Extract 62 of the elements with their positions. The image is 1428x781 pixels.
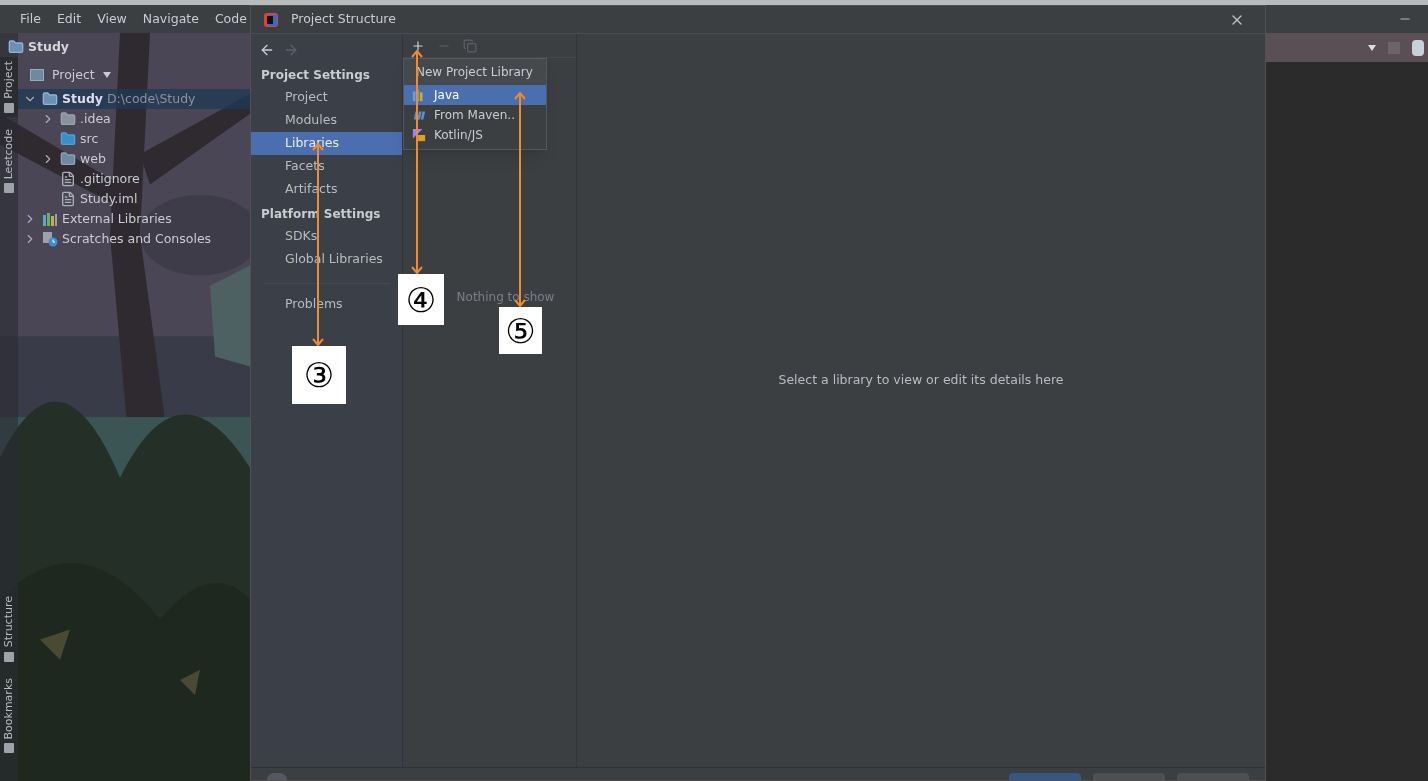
side-tab[interactable]: Bookmarks	[0, 673, 18, 757]
tab-glyph-icon	[4, 182, 14, 193]
side-tab[interactable]: Project	[0, 57, 18, 117]
dropdown-caret-icon	[102, 72, 111, 78]
scratch-clock-icon	[42, 231, 58, 247]
menu-item[interactable]: Navigate	[138, 9, 203, 29]
tree-item[interactable]: External Libraries	[18, 209, 250, 229]
menu-item[interactable]: View	[93, 9, 131, 29]
tab-glyph-icon	[4, 651, 14, 662]
project-folder-icon	[8, 39, 24, 55]
module-folder-icon	[42, 91, 58, 107]
library-bars-icon	[42, 211, 58, 227]
step-number-label: ④	[398, 274, 444, 325]
file-icon	[60, 171, 76, 187]
step-number-label: ⑤	[499, 307, 542, 354]
library-bars-icon	[412, 88, 426, 102]
tab-glyph-icon	[4, 102, 14, 113]
tree-item[interactable]: web	[18, 149, 250, 169]
nav-item[interactable]: Libraries	[251, 132, 402, 155]
back-arrow-icon[interactable]	[259, 42, 275, 58]
tree-item-label: .gitignore	[80, 169, 140, 188]
side-tab[interactable]: Structure	[0, 592, 18, 666]
tree-item-label: Scratches and Consoles	[62, 229, 212, 248]
tree-item-label: Study.iml	[80, 189, 138, 208]
project-title: Study	[28, 37, 69, 56]
tree-item-label: src	[80, 129, 99, 148]
tree-item[interactable]: Scratches and Consoles	[18, 229, 250, 249]
popup-item[interactable]: From Maven..	[404, 105, 546, 125]
tree-item[interactable]: .idea	[18, 109, 250, 129]
source-folder-icon	[60, 131, 76, 147]
popup-item[interactable]: Kotlin/JS	[404, 125, 546, 145]
web-folder-icon	[60, 151, 76, 167]
section-heading: Project Settings	[260, 67, 371, 84]
tree-item-label: Study	[62, 89, 103, 108]
nav-item[interactable]: SDKs	[251, 225, 402, 248]
folder-icon	[60, 111, 76, 127]
tree-item[interactable]: src	[18, 129, 250, 149]
window-title: Project Structure	[291, 10, 396, 29]
popup-item[interactable]: Java	[404, 85, 546, 105]
tree-item-label: External Libraries	[62, 209, 172, 228]
view-selector[interactable]: Project	[18, 61, 250, 89]
tree-item-label: web	[80, 149, 106, 168]
nav-item[interactable]: Project	[251, 86, 402, 109]
side-tab[interactable]: Leetcode	[0, 124, 18, 197]
app-logo-icon	[263, 11, 279, 28]
file-icon	[60, 191, 76, 207]
kotlin-js-icon	[412, 128, 426, 142]
tab-glyph-icon	[4, 743, 14, 753]
detail-hint: Select a library to view or edit its details here	[778, 371, 1064, 390]
step-number-label: ③	[292, 346, 346, 404]
tree-item-path: D:\code\Study	[107, 89, 196, 108]
dropdown-caret-icon[interactable]	[1368, 44, 1376, 51]
empty-list-message: Nothing to show	[455, 289, 555, 306]
nav-item[interactable]: Modules	[251, 109, 402, 132]
add-icon[interactable]	[411, 38, 425, 53]
tree-item-label: .idea	[80, 109, 111, 128]
tree-item[interactable]: .gitignore	[18, 169, 250, 189]
tree-item[interactable]: Study.iml	[18, 189, 250, 209]
menu-item[interactable]: Code	[210, 9, 251, 29]
menu-item[interactable]: Edit	[52, 9, 86, 29]
tree-item[interactable]: Study D:\code\Study	[18, 89, 250, 109]
menu-item[interactable]: File	[16, 9, 45, 29]
